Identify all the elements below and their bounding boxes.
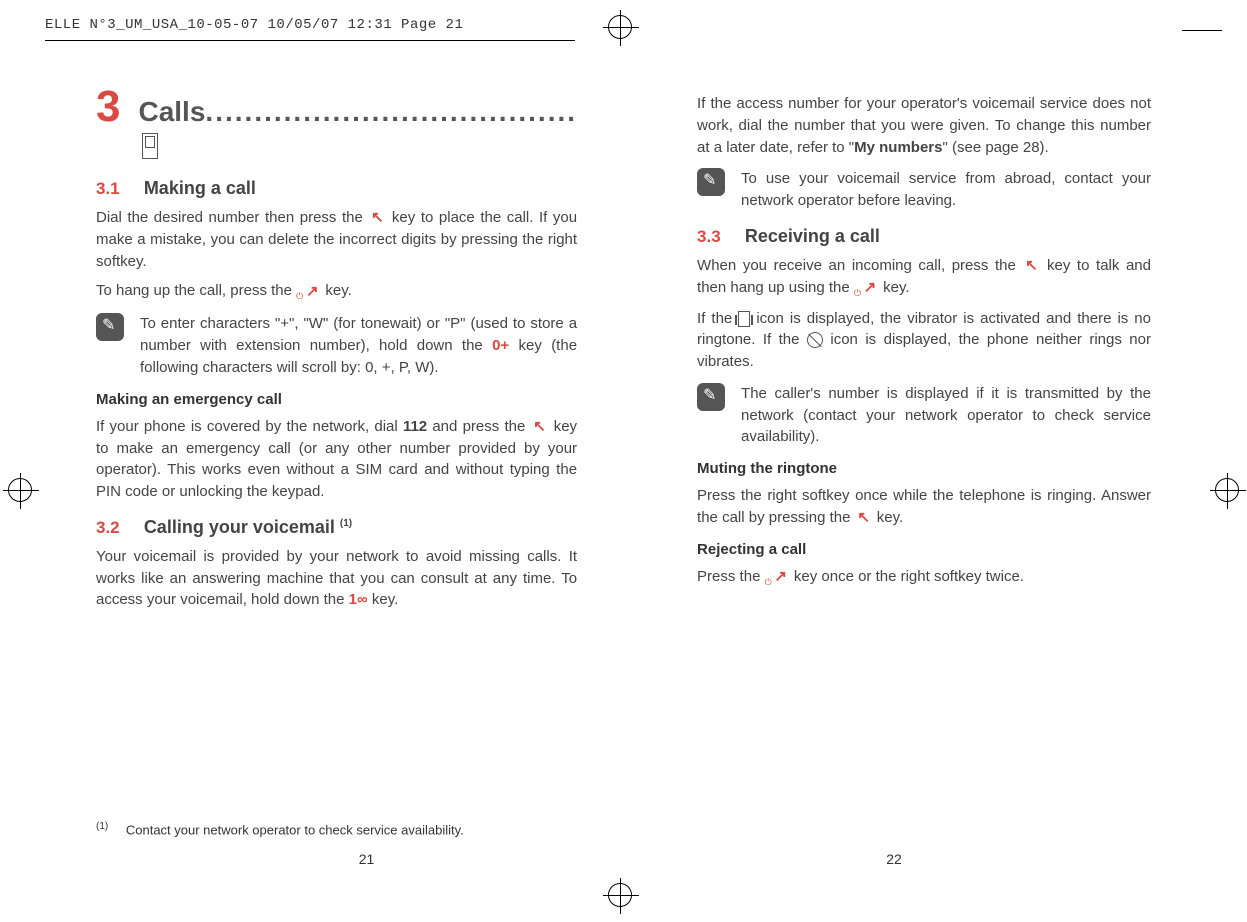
paragraph: Press the right softkey once while the t…: [697, 485, 1151, 529]
power-icon: ⏻: [296, 291, 303, 301]
tip-lightbulb-icon: [697, 168, 725, 196]
text: key.: [368, 591, 399, 608]
text: key once or the right softkey twice.: [790, 568, 1024, 585]
call-key-icon: ↖: [531, 416, 549, 438]
subheading: Making an emergency call: [96, 391, 577, 408]
crop-line: [1182, 30, 1222, 31]
subheading: Muting the ringtone: [697, 460, 1151, 477]
text: key.: [879, 279, 910, 296]
section-heading-3-2: 3.2 Calling your voicemail (1): [96, 517, 577, 538]
print-crop-header: ELLE N°3_UM_USA_10-05-07 10/05/07 12:31 …: [45, 17, 463, 33]
one-key-icon: 1∞: [349, 591, 368, 608]
bold-term: My numbers: [854, 139, 942, 156]
registration-mark-icon: [1215, 478, 1239, 502]
subheading: Rejecting a call: [697, 541, 1151, 558]
text: Press the: [697, 568, 765, 585]
page-number-left: 21: [359, 851, 375, 867]
silent-icon: [807, 332, 823, 348]
paragraph: When you receive an incoming call, press…: [697, 255, 1151, 300]
registration-mark-icon: [608, 883, 632, 907]
page-right: If the access number for your operator's…: [637, 85, 1151, 867]
call-key-icon: ↖: [1022, 255, 1040, 277]
footnote-ref: (1): [340, 518, 352, 529]
text: " (see page 28).: [942, 139, 1048, 156]
chapter-heading: 3 Calls.................................…: [96, 85, 577, 160]
text: If the: [697, 310, 738, 327]
text: key.: [873, 509, 904, 526]
text: Your voicemail is provided by your netwo…: [96, 548, 577, 609]
end-call-key-icon: ↗: [303, 281, 321, 303]
paragraph: To hang up the call, press the ⏻↗ key.: [96, 280, 577, 303]
power-icon: ⏻: [854, 288, 861, 298]
section-title: Making a call: [144, 178, 256, 198]
chapter-number: 3: [96, 85, 120, 129]
section-heading-3-1: 3.1 Making a call: [96, 178, 577, 199]
tip-text: To use your voicemail service from abroa…: [741, 168, 1151, 212]
footnote-marker: (1): [96, 821, 108, 832]
tip-callout: To enter characters "+", "W" (for tonewa…: [96, 313, 577, 378]
text: To hang up the call, press the: [96, 282, 296, 299]
chapter-title-text: Calls...................................…: [138, 96, 577, 160]
registration-mark-icon: [8, 478, 32, 502]
text: Calling your voicemail: [144, 517, 340, 537]
call-key-icon: ↖: [368, 207, 386, 229]
phone-device-icon: [142, 133, 158, 159]
end-call-key-icon: ↗: [861, 277, 879, 299]
tip-callout: The caller's number is displayed if it i…: [697, 383, 1151, 448]
chapter-title-word: Calls: [138, 96, 205, 127]
page-number-right: 22: [886, 851, 902, 867]
vibrate-icon: [738, 311, 750, 327]
text: When you receive an incoming call, press…: [697, 257, 1022, 274]
paragraph: If the icon is displayed, the vibrator i…: [697, 308, 1151, 373]
tip-lightbulb-icon: [96, 313, 124, 341]
page-left: 3 Calls.................................…: [96, 85, 637, 867]
text: Dial the desired number then press the: [96, 209, 368, 226]
section-number: 3.2: [96, 518, 120, 537]
crop-line: [45, 40, 575, 41]
end-call-key-icon: ↗: [772, 566, 790, 588]
power-icon: ⏻: [765, 577, 772, 587]
footnote: (1) Contact your network operator to che…: [96, 821, 577, 837]
dot-leader: ......................................: [205, 96, 577, 127]
tip-text: To enter characters "+", "W" (for tonewa…: [140, 313, 577, 378]
section-title: Receiving a call: [745, 226, 880, 246]
tip-callout: To use your voicemail service from abroa…: [697, 168, 1151, 212]
section-title: Calling your voicemail (1): [144, 517, 352, 537]
paragraph: If your phone is covered by the network,…: [96, 416, 577, 503]
paragraph: Press the ⏻↗ key once or the right softk…: [697, 566, 1151, 589]
section-number: 3.3: [697, 227, 721, 246]
registration-mark-icon: [608, 15, 632, 39]
zero-key-icon: 0+: [492, 337, 509, 354]
paragraph: If the access number for your operator's…: [697, 93, 1151, 158]
call-key-icon: ↖: [855, 507, 873, 529]
section-number: 3.1: [96, 179, 120, 198]
text: Press the right softkey once while the t…: [697, 487, 1151, 526]
paragraph: Dial the desired number then press the ↖…: [96, 207, 577, 272]
emergency-number: 112: [403, 418, 427, 435]
tip-text: The caller's number is displayed if it i…: [741, 383, 1151, 448]
paragraph: Your voicemail is provided by your netwo…: [96, 546, 577, 611]
text: key.: [321, 282, 352, 299]
text: If your phone is covered by the network,…: [96, 418, 403, 435]
section-heading-3-3: 3.3 Receiving a call: [697, 226, 1151, 247]
footnote-text: Contact your network operator to check s…: [126, 822, 464, 837]
tip-lightbulb-icon: [697, 383, 725, 411]
text: and press the: [427, 418, 530, 435]
